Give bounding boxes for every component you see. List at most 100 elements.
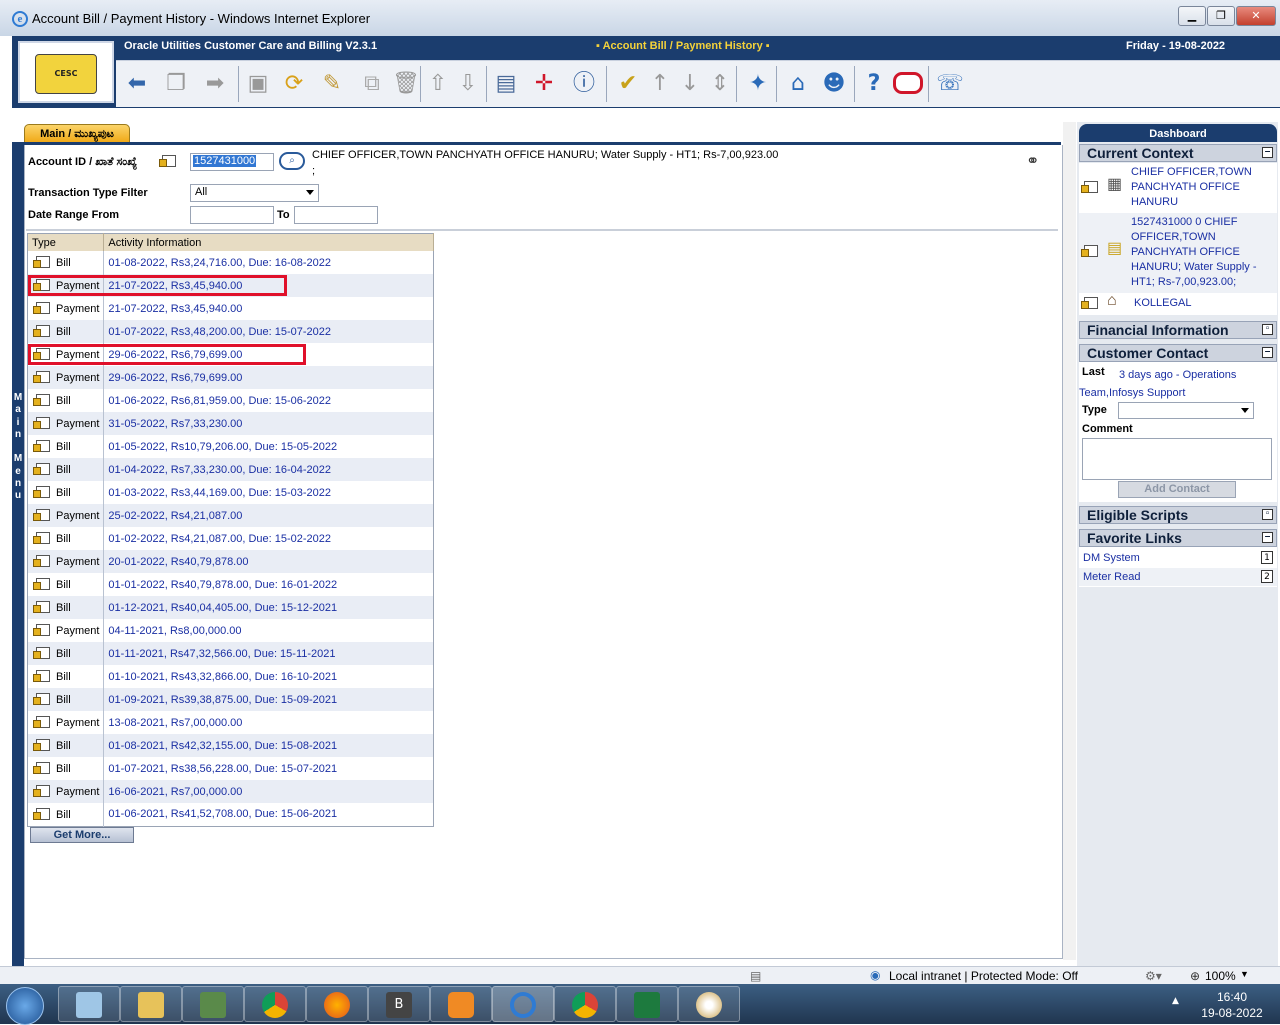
security-zone-text[interactable]: Local intranet | Protected Mode: Off [889, 969, 1078, 983]
financial-information-header[interactable]: Financial Information ▫ [1079, 321, 1277, 339]
activity-info-link[interactable]: 01-08-2022, Rs3,24,716.00, Due: 16-08-20… [108, 257, 331, 269]
context-menu-icon[interactable] [33, 716, 50, 728]
context-menu-icon[interactable] [33, 670, 50, 682]
scratchpad-icon[interactable]: ▤ [492, 68, 520, 100]
activity-info-link[interactable]: 29-06-2022, Rs6,79,699.00 [108, 349, 242, 361]
activity-info-cell[interactable]: 01-11-2021, Rs47,32,566.00, Due: 15-11-2… [103, 642, 434, 665]
taskbar-chrome-profile[interactable] [554, 986, 616, 1022]
taskbar-firefox[interactable] [306, 986, 368, 1022]
activity-info-link[interactable]: 29-06-2022, Rs6,79,699.00 [108, 372, 242, 384]
context-menu-icon[interactable] [33, 739, 50, 751]
table-row[interactable]: Bill 01-06-2022, Rs6,81,959.00, Due: 15-0… [27, 389, 434, 412]
taskbar-paint[interactable] [678, 986, 740, 1022]
activity-info-cell[interactable]: 29-06-2022, Rs6,79,699.00 [103, 366, 434, 389]
activity-info-link[interactable]: 21-07-2022, Rs3,45,940.00 [108, 303, 242, 315]
context-menu-icon[interactable] [33, 601, 50, 613]
table-row[interactable]: Bill 01-08-2022, Rs3,24,716.00, Due: 16-0… [27, 251, 434, 274]
table-row[interactable]: Bill 01-07-2022, Rs3,48,200.00, Due: 15-0… [27, 320, 434, 343]
move-up-icon[interactable]: ↑ [646, 68, 674, 100]
type-cell[interactable]: Payment [27, 274, 105, 297]
activity-info-link[interactable]: 31-05-2022, Rs7,33,230.00 [108, 418, 242, 430]
activity-info-cell[interactable]: 31-05-2022, Rs7,33,230.00 [103, 412, 434, 435]
comment-textarea[interactable] [1082, 438, 1272, 480]
tab-main[interactable]: Main / ಮುಖ್ಯಪುಟ [24, 124, 130, 143]
context-menu-icon[interactable] [33, 371, 50, 383]
type-cell[interactable]: Bill [27, 458, 105, 481]
table-row[interactable]: Bill 01-08-2021, Rs42,32,155.00, Due: 15-… [27, 734, 434, 757]
context-account-row[interactable]: ▤ 1527431000 0 CHIEF OFFICER,TOWN PANCHY… [1079, 213, 1277, 293]
favorite-links-header[interactable]: Favorite Links – [1079, 529, 1277, 547]
phone-icon[interactable]: ☏ [936, 68, 964, 100]
type-cell[interactable]: Bill [27, 435, 105, 458]
activity-info-link[interactable]: 01-05-2022, Rs10,79,206.00, Due: 15-05-2… [108, 441, 337, 453]
context-menu-icon[interactable] [33, 302, 50, 314]
expand-icon[interactable]: ▫ [1262, 509, 1273, 520]
context-menu-icon[interactable] [33, 624, 50, 636]
activity-info-cell[interactable]: 21-07-2022, Rs3,45,940.00 [103, 274, 434, 297]
table-row[interactable]: Payment 21-07-2022, Rs3,45,940.00 [27, 297, 434, 320]
context-menu-icon[interactable] [33, 279, 50, 291]
context-menu-icon[interactable] [33, 486, 50, 498]
context-person-text[interactable]: CHIEF OFFICER,TOWN PANCHYATH OFFICE HANU… [1131, 165, 1275, 210]
table-row[interactable]: Bill 01-06-2021, Rs41,52,708.00, Due: 15-… [27, 803, 434, 826]
info-icon[interactable]: ⓘ [570, 68, 598, 100]
context-menu-icon[interactable] [33, 762, 50, 774]
context-menu-icon[interactable] [33, 394, 50, 406]
activity-info-cell[interactable]: 29-06-2022, Rs6,79,699.00 [104, 343, 434, 366]
favorite-link-dm-system[interactable]: DM System [1083, 552, 1140, 564]
type-cell[interactable]: Bill [27, 251, 105, 274]
type-cell[interactable]: Bill [27, 803, 105, 826]
context-menu-icon[interactable] [33, 555, 50, 567]
context-menu-icon[interactable] [159, 155, 176, 170]
maximize-button[interactable]: ❐ [1207, 6, 1235, 26]
activity-info-cell[interactable]: 01-07-2022, Rs3,48,200.00, Due: 15-07-20… [103, 320, 434, 343]
table-row[interactable]: Bill 01-01-2022, Rs40,79,878.00, Due: 16-… [27, 573, 434, 596]
context-menu-icon[interactable] [33, 785, 50, 797]
taskbar-chrome[interactable] [244, 986, 306, 1022]
activity-info-cell[interactable]: 01-09-2021, Rs39,38,875.00, Due: 15-09-2… [103, 688, 434, 711]
taskbar-internet-explorer[interactable] [492, 986, 554, 1022]
table-row[interactable]: Bill 01-02-2022, Rs4,21,087.00, Due: 15-0… [27, 527, 434, 550]
table-row[interactable]: Payment 20-01-2022, Rs40,79,878.00 [27, 550, 434, 573]
zoom-icon[interactable]: ⊕ [1190, 969, 1200, 983]
activity-info-cell[interactable]: 20-01-2022, Rs40,79,878.00 [103, 550, 434, 573]
type-cell[interactable]: Bill [27, 688, 105, 711]
zoom-level[interactable]: 100% [1205, 969, 1236, 983]
activity-info-link[interactable]: 20-01-2022, Rs40,79,878.00 [108, 556, 248, 568]
save-icon[interactable]: ▣ [244, 68, 272, 100]
context-menu-icon[interactable] [33, 463, 50, 475]
taskbar-excel[interactable] [616, 986, 678, 1022]
oracle-logo-icon[interactable] [893, 72, 923, 94]
user-profile-icon[interactable]: ☻ [820, 68, 848, 100]
activity-info-link[interactable]: 01-03-2022, Rs3,44,169.00, Due: 15-03-20… [108, 487, 331, 499]
table-row[interactable]: Payment 25-02-2022, Rs4,21,087.00 [27, 504, 434, 527]
table-row[interactable]: Bill 01-05-2022, Rs10,79,206.00, Due: 15-… [27, 435, 434, 458]
table-row[interactable]: Bill 01-09-2021, Rs39,38,875.00, Due: 15-… [27, 688, 434, 711]
table-row[interactable]: Payment 21-07-2022, Rs3,45,940.00 [27, 274, 434, 297]
taskbar-b-app[interactable]: B [368, 986, 430, 1022]
type-cell[interactable]: Bill [27, 757, 105, 780]
table-row[interactable]: Payment 29-06-2022, Rs6,79,699.00 [27, 343, 434, 366]
refresh-icon[interactable]: ⟳ [280, 68, 308, 100]
activity-info-cell[interactable]: 01-06-2022, Rs6,81,959.00, Due: 15-06-20… [104, 389, 434, 412]
context-menu-icon[interactable] [33, 578, 50, 590]
history-icon[interactable]: ❐ [162, 68, 190, 100]
current-context-header[interactable]: Current Context – [1079, 144, 1277, 162]
type-cell[interactable]: Bill [27, 481, 105, 504]
activity-info-link[interactable]: 01-07-2022, Rs3,48,200.00, Due: 15-07-20… [108, 326, 331, 338]
type-cell[interactable]: Bill [27, 596, 105, 619]
activity-info-link[interactable]: 01-02-2022, Rs4,21,087.00, Due: 15-02-20… [108, 533, 331, 545]
table-row[interactable]: Bill 01-07-2021, Rs38,56,228.00, Due: 15-… [27, 757, 434, 780]
table-row[interactable]: Payment 16-06-2021, Rs7,00,000.00 [27, 780, 434, 803]
activity-info-cell[interactable]: 04-11-2021, Rs8,00,000.00 [104, 619, 434, 642]
activity-info-link[interactable]: 01-08-2021, Rs42,32,155.00, Due: 15-08-2… [108, 740, 337, 752]
type-cell[interactable]: Bill [27, 389, 105, 412]
type-cell[interactable]: Bill [27, 642, 105, 665]
date-from-input[interactable] [190, 206, 274, 224]
type-cell[interactable]: Bill [27, 527, 105, 550]
expand-icon[interactable]: ⇕ [706, 68, 734, 100]
activity-info-link[interactable]: 21-07-2022, Rs3,45,940.00 [108, 280, 242, 292]
settings-dropdown-icon[interactable]: ⚙▾ [1145, 969, 1162, 983]
taskbar-media-player[interactable] [430, 986, 492, 1022]
activity-info-cell[interactable]: 25-02-2022, Rs4,21,087.00 [103, 504, 434, 527]
